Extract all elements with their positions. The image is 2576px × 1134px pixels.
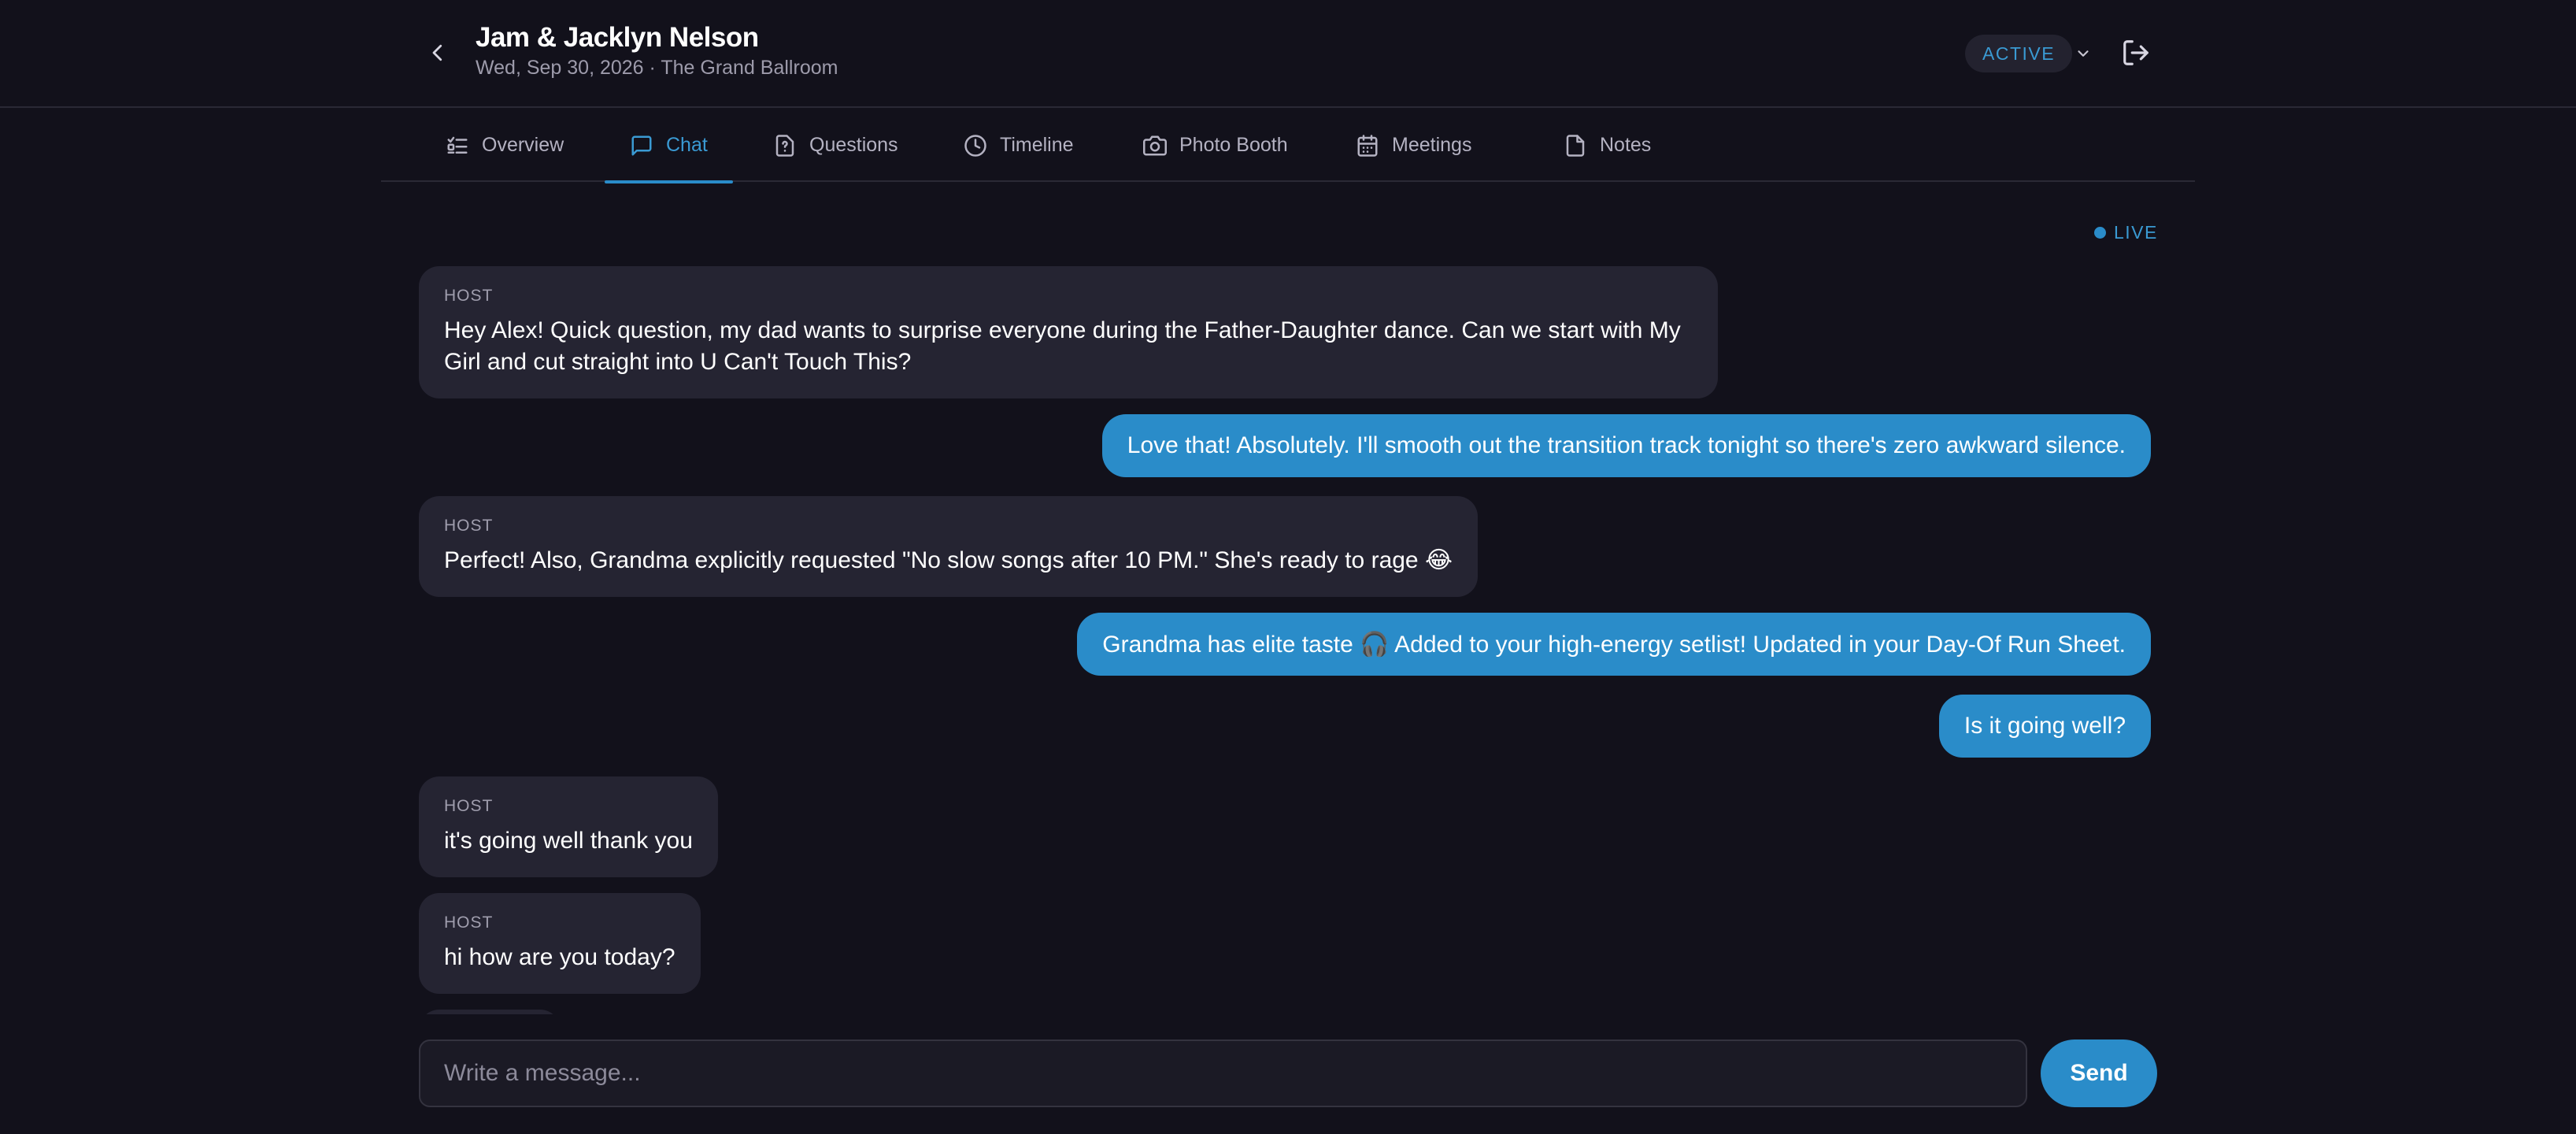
status-badge[interactable]: ACTIVE	[1965, 35, 2073, 72]
live-dot-icon	[2094, 227, 2106, 239]
logout-button[interactable]	[2118, 35, 2154, 71]
tab-label: Notes	[1600, 134, 1652, 156]
message-text: it's going well thank you	[444, 828, 693, 854]
chat-message-host-partial	[419, 1010, 561, 1014]
note-icon	[1566, 134, 1585, 157]
chat-message-own: Love that! Absolutely. I'll smooth out t…	[1101, 414, 2151, 477]
clock-icon	[964, 134, 986, 157]
tab-label: Chat	[666, 134, 708, 156]
event-header: Jam & Jacklyn Nelson Wed, Sep 30, 2026 ·…	[0, 0, 2576, 108]
tab-overview[interactable]: Overview	[420, 109, 589, 182]
sender-label: HOST	[444, 797, 494, 815]
status-dropdown-button[interactable]	[2069, 39, 2097, 68]
event-title: Jam & Jacklyn Nelson	[476, 22, 759, 53]
tab-label: Overview	[482, 134, 564, 156]
tab-chat[interactable]: Chat	[605, 109, 733, 183]
back-button[interactable]	[420, 33, 455, 72]
chat-bubble-icon	[631, 135, 652, 155]
chevron-left-icon	[432, 44, 442, 61]
calendar-icon	[1357, 134, 1378, 157]
chat-message-host: HOST it's going well thank you	[419, 776, 718, 877]
logout-icon	[2123, 40, 2149, 65]
message-input[interactable]	[419, 1040, 2027, 1107]
chevron-down-icon	[2078, 50, 2089, 57]
live-indicator: LIVE	[2094, 222, 2158, 243]
sender-label: HOST	[444, 287, 494, 305]
tab-notes[interactable]: Notes	[1538, 109, 1676, 182]
tab-label: Meetings	[1392, 134, 1472, 156]
message-text: hi how are you today?	[444, 944, 675, 970]
list-check-icon	[447, 136, 468, 154]
tab-label: Questions	[809, 134, 898, 156]
tab-meetings[interactable]: Meetings	[1331, 109, 1497, 182]
message-text: Hey Alex! Quick question, my dad wants t…	[444, 317, 1681, 375]
tab-photo-booth[interactable]: Photo Booth	[1118, 109, 1313, 182]
live-label: LIVE	[2114, 222, 2158, 243]
message-text: Love that! Absolutely. I'll smooth out t…	[1127, 432, 2126, 458]
question-file-icon	[775, 134, 794, 157]
tab-timeline[interactable]: Timeline	[938, 109, 1099, 182]
chat-messages[interactable]: HOST Hey Alex! Quick question, my dad wa…	[419, 252, 2151, 1014]
tab-bar: Overview Chat Questions Timeline Photo B…	[381, 109, 2195, 183]
message-text: Grandma has elite taste 🎧 Added to your …	[1102, 631, 2126, 658]
tab-label: Timeline	[1000, 134, 1074, 156]
chat-message-host: HOST Perfect! Also, Grandma explicitly r…	[419, 496, 1479, 597]
message-text: Perfect! Also, Grandma explicitly reques…	[444, 547, 1453, 573]
tab-label: Photo Booth	[1179, 134, 1288, 156]
sender-label: HOST	[444, 914, 494, 932]
event-subtitle: Wed, Sep 30, 2026 · The Grand Ballroom	[476, 57, 838, 79]
chat-message-host: HOST Hey Alex! Quick question, my dad wa…	[419, 266, 1718, 398]
camera-icon	[1143, 135, 1167, 155]
send-button[interactable]: Send	[2041, 1040, 2157, 1107]
message-text: Is it going well?	[1963, 713, 2126, 739]
sender-label: HOST	[444, 517, 494, 535]
chat-message-host: HOST hi how are you today?	[419, 893, 701, 994]
chat-message-own: Grandma has elite taste 🎧 Added to your …	[1077, 613, 2151, 676]
tab-questions[interactable]: Questions	[748, 109, 923, 182]
chat-message-own: Is it going well?	[1938, 695, 2151, 758]
